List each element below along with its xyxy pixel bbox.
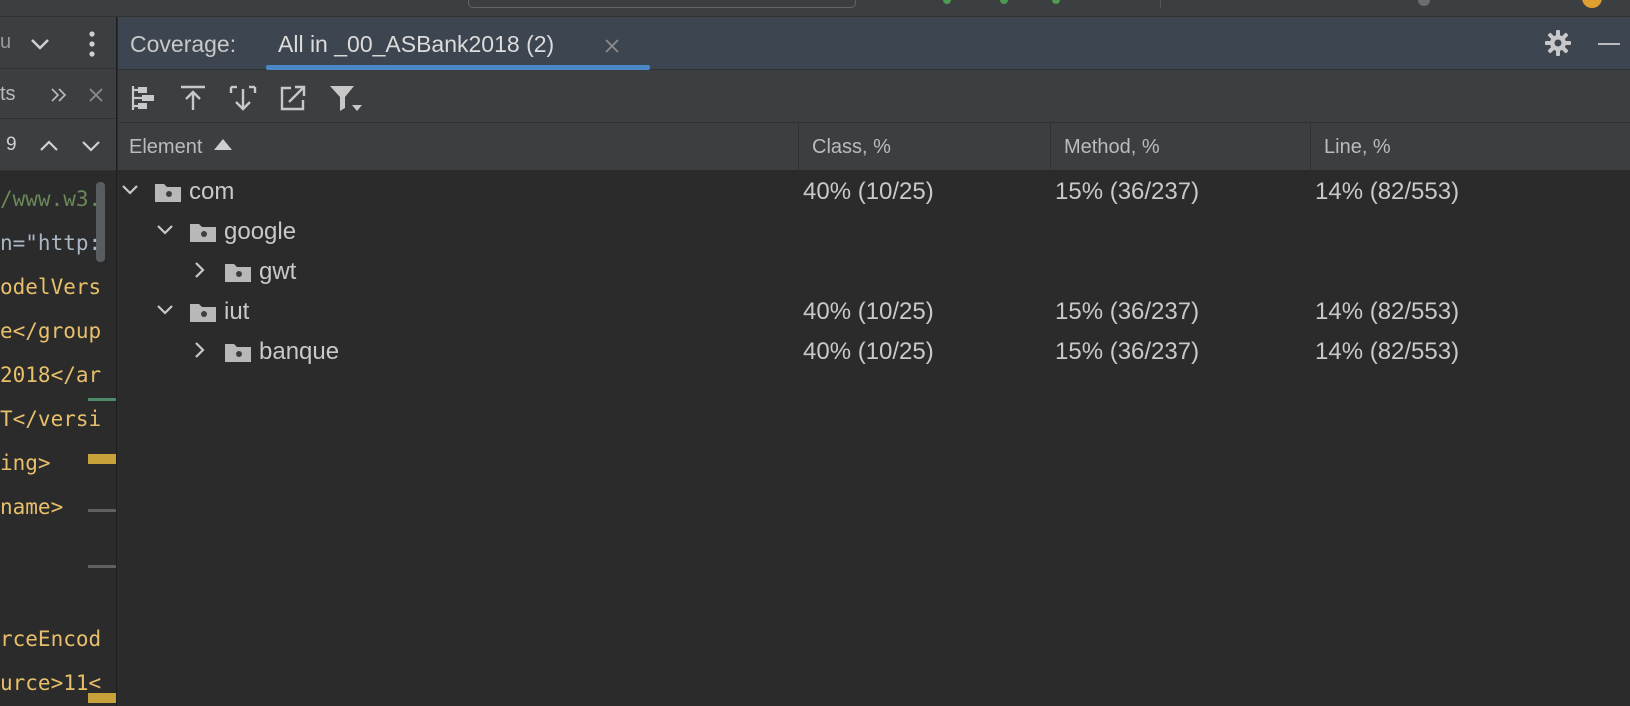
- table-header: Element Class, % Method, % Line, %: [118, 123, 1630, 171]
- run-icon[interactable]: [943, 0, 951, 4]
- coverage-toolbar: [118, 70, 1630, 123]
- column-divider[interactable]: [798, 123, 799, 171]
- column-header-label: Element: [129, 136, 203, 158]
- code-line: odelVers: [0, 275, 102, 299]
- tree-row-iut[interactable]: iut 40% (10/25) 15% (36/237) 14% (82/553…: [118, 292, 1630, 332]
- main-toolbar-strip: [0, 0, 1630, 17]
- tree-row-label: banque: [259, 338, 340, 365]
- filter-icon[interactable]: [328, 83, 364, 113]
- tree-row-gwt[interactable]: gwt: [118, 252, 1630, 292]
- tool-window-title: Coverage:: [130, 31, 237, 57]
- class-coverage-value: 40% (10/25): [803, 178, 934, 205]
- hide-tool-window-icon[interactable]: [1598, 43, 1620, 45]
- chevron-down-icon[interactable]: [120, 180, 140, 200]
- find-match-count: 9: [6, 134, 17, 155]
- coverage-header: Coverage: All in _00_ASBank2018 (2): [118, 17, 1630, 70]
- class-coverage-value: 40% (10/25): [803, 298, 934, 325]
- column-header-method[interactable]: Method, %: [1064, 123, 1160, 171]
- avatar[interactable]: [1582, 0, 1602, 8]
- line-coverage-value: 14% (82/553): [1315, 338, 1460, 365]
- navigate-up-icon[interactable]: [178, 83, 208, 113]
- navigate-down-icon[interactable]: [228, 83, 258, 113]
- change-marker: [88, 398, 116, 401]
- package-folder-icon: [225, 264, 251, 282]
- column-divider[interactable]: [1050, 123, 1051, 171]
- editor-header-text: u: [0, 31, 12, 53]
- change-marker: [88, 565, 116, 568]
- tree-row-label: google: [224, 218, 297, 245]
- flatten-packages-icon[interactable]: [128, 83, 158, 113]
- column-divider[interactable]: [1310, 123, 1311, 171]
- tab-coverage-suite[interactable]: All in _00_ASBank2018 (2): [266, 17, 650, 70]
- gear-icon[interactable]: [1544, 29, 1572, 57]
- debug-icon[interactable]: [1000, 0, 1008, 4]
- previous-occurrence-icon[interactable]: [39, 138, 59, 152]
- column-header-class[interactable]: Class, %: [812, 123, 891, 171]
- chevron-down-icon[interactable]: [29, 33, 51, 55]
- code-line: n="http:: [0, 231, 102, 255]
- close-icon[interactable]: [87, 86, 105, 104]
- coverage-run-icon[interactable]: [1052, 0, 1060, 4]
- code-line: rceEncod: [0, 627, 102, 651]
- change-marker: [88, 509, 116, 512]
- code-line: name>: [0, 495, 64, 519]
- toolbar-divider: [1160, 0, 1161, 8]
- tree-row-banque[interactable]: banque 40% (10/25) 15% (36/237) 14% (82/…: [118, 332, 1630, 372]
- package-folder-icon: [225, 344, 251, 362]
- tree-row-label: gwt: [259, 258, 297, 285]
- code-line: /www.w3.: [0, 187, 102, 211]
- show-more-tabs-icon[interactable]: [50, 87, 68, 103]
- line-coverage-value: 14% (82/553): [1315, 178, 1460, 205]
- warning-marker: [88, 454, 116, 464]
- more-options-icon[interactable]: [87, 30, 97, 58]
- package-folder-icon: [190, 224, 216, 242]
- method-coverage-value: 15% (36/237): [1055, 178, 1200, 205]
- code-line: ing>: [0, 451, 51, 475]
- line-coverage-value: 14% (82/553): [1315, 298, 1460, 325]
- close-tab-icon[interactable]: [603, 37, 621, 55]
- code-line: e</group: [0, 319, 102, 343]
- package-folder-icon: [155, 184, 181, 202]
- tree-row-label: iut: [224, 298, 250, 325]
- column-header-element[interactable]: Element: [129, 123, 233, 171]
- tree-row-label: com: [189, 178, 235, 205]
- code-line: 2018</ar: [0, 363, 102, 387]
- class-coverage-value: 40% (10/25): [803, 338, 934, 365]
- search-everywhere-icon[interactable]: [1418, 0, 1430, 6]
- package-folder-icon: [190, 304, 216, 322]
- find-bar: 9: [0, 119, 116, 171]
- method-coverage-value: 15% (36/237): [1055, 338, 1200, 365]
- editor-fragment: u ts 9 /www.w3. n="http: odelVers e</gro…: [0, 17, 117, 706]
- run-config-selector[interactable]: [468, 0, 856, 8]
- chevron-right-icon[interactable]: [190, 340, 210, 360]
- code-line: T</versi: [0, 407, 102, 431]
- code-lines: /www.w3. n="http: odelVers e</group 2018…: [0, 177, 101, 695]
- code-line: urce>11<: [0, 671, 102, 695]
- editor-tab-label[interactable]: ts: [0, 83, 16, 106]
- chevron-down-icon[interactable]: [155, 300, 175, 320]
- chevron-right-icon[interactable]: [190, 260, 210, 280]
- coverage-tool-window: Coverage: All in _00_ASBank2018 (2) Elem…: [118, 17, 1630, 706]
- editor-tabs: ts: [0, 69, 116, 119]
- warning-marker: [88, 693, 116, 703]
- next-occurrence-icon[interactable]: [81, 140, 101, 154]
- method-coverage-value: 15% (36/237): [1055, 298, 1200, 325]
- editor-header: u: [0, 17, 116, 69]
- tree-row-com[interactable]: com 40% (10/25) 15% (36/237) 14% (82/553…: [118, 172, 1630, 212]
- chevron-down-icon[interactable]: [155, 220, 175, 240]
- column-header-line[interactable]: Line, %: [1324, 123, 1391, 171]
- export-icon[interactable]: [278, 83, 308, 113]
- tab-label: All in _00_ASBank2018 (2): [278, 31, 555, 57]
- sort-ascending-icon: [214, 139, 233, 150]
- tree-row-google[interactable]: google: [118, 212, 1630, 252]
